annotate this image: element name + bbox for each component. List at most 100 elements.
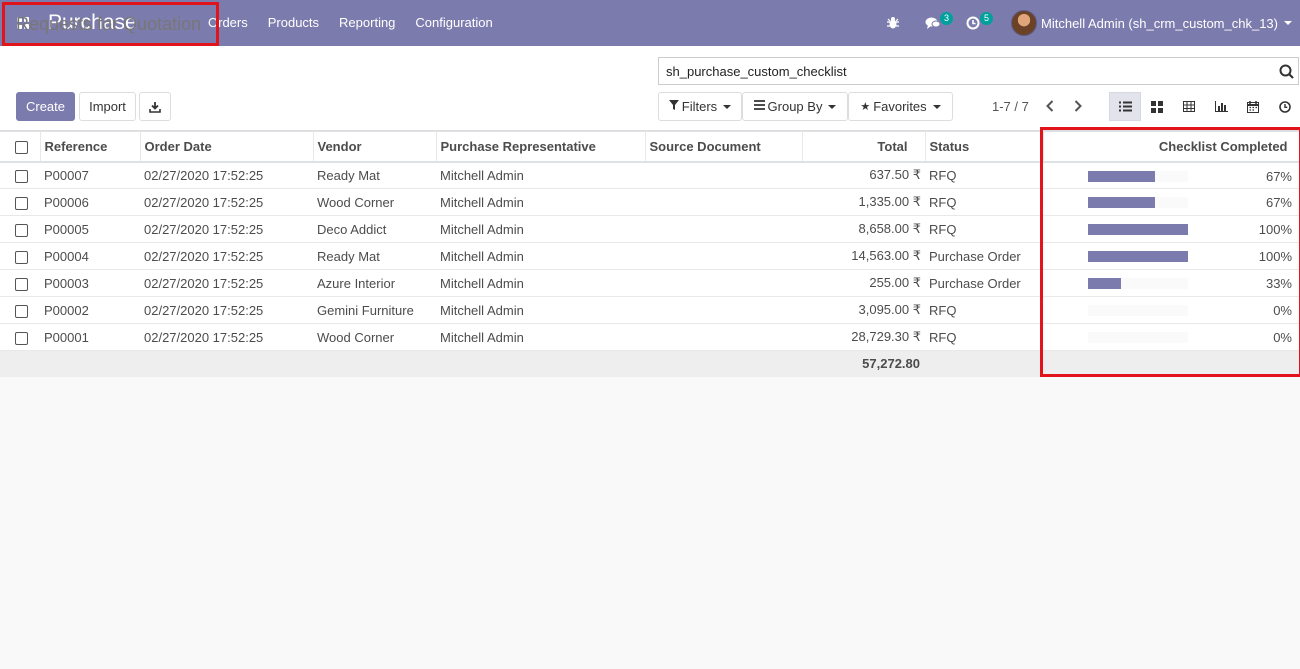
column-source-document[interactable]: Source Document: [645, 131, 803, 163]
checklist-percent: 0%: [1273, 303, 1292, 318]
cell-total: 637.50 ₹: [802, 161, 925, 189]
activities-badge: 5: [980, 12, 994, 25]
search-input[interactable]: [664, 62, 1274, 80]
cell-vendor: Wood Corner: [313, 323, 436, 351]
messages-icon[interactable]: 3: [919, 0, 954, 46]
page-title: Requests for Quotation: [2, 2, 219, 46]
cell-vendor: Deco Addict: [313, 215, 436, 243]
table-header: Reference Order Date Vendor Purchase Rep…: [0, 131, 1300, 163]
row-checkbox[interactable]: [0, 323, 40, 351]
checklist-progress-bar: [1088, 197, 1188, 208]
checklist-percent: 0%: [1273, 330, 1292, 345]
search-icon[interactable]: [1274, 59, 1298, 83]
pager-next-icon[interactable]: [1068, 96, 1088, 116]
view-switcher: [1109, 92, 1300, 121]
bars-icon: [753, 100, 765, 113]
table-row[interactable]: P00001 02/27/2020 17:52:25 Wood Corner Mitc…: [0, 323, 1300, 351]
favorites-dropdown[interactable]: ★ Favorites: [848, 92, 953, 121]
table-row[interactable]: P00002 02/27/2020 17:52:25 Gemini Furnitur…: [0, 296, 1300, 324]
checklist-percent: 100%: [1258, 222, 1292, 237]
pager-previous-icon[interactable]: [1040, 96, 1060, 116]
list-view-icon[interactable]: [1109, 92, 1141, 121]
column-status[interactable]: Status: [925, 131, 1044, 163]
calendar-view-icon[interactable]: [1237, 92, 1269, 121]
column-vendor[interactable]: Vendor: [313, 131, 437, 163]
cell-checklist-completed: 0%: [1043, 323, 1300, 351]
cell-vendor: Wood Corner: [313, 188, 436, 216]
cell-source-document: [645, 215, 802, 243]
cell-source-document: [645, 269, 802, 297]
checklist-progress-bar: [1088, 251, 1188, 262]
search-bar: [658, 57, 1299, 85]
cell-vendor: Ready Mat: [313, 242, 436, 270]
cell-reference: P00001: [40, 323, 140, 351]
select-all-checkbox[interactable]: [0, 131, 41, 163]
messages-badge: 3: [940, 12, 954, 25]
checklist-progress-fill: [1088, 251, 1188, 262]
cell-checklist-completed: 100%: [1043, 215, 1300, 243]
cell-status: RFQ: [925, 296, 1043, 324]
column-checklist-completed[interactable]: Checklist Completed: [1043, 131, 1300, 163]
kanban-view-icon[interactable]: [1141, 92, 1173, 121]
menu-configuration[interactable]: Configuration: [405, 0, 502, 46]
cell-reference: P00006: [40, 188, 140, 216]
cell-total: 8,658.00 ₹: [802, 215, 925, 243]
group-by-dropdown[interactable]: Group By: [742, 92, 848, 121]
column-order-date[interactable]: Order Date: [140, 131, 314, 163]
cell-purchase-representative: Mitchell Admin: [436, 188, 645, 216]
user-name: Mitchell Admin (sh_crm_custom_chk_13): [1041, 15, 1278, 31]
checklist-progress-fill: [1088, 197, 1155, 208]
filters-label: Filters: [681, 99, 718, 114]
table-row[interactable]: P00006 02/27/2020 17:52:25 Wood Corner Mitc…: [0, 188, 1300, 216]
checklist-percent: 33%: [1265, 276, 1292, 291]
row-checkbox[interactable]: [0, 269, 40, 297]
column-total[interactable]: Total: [802, 131, 926, 163]
row-checkbox[interactable]: [0, 215, 40, 243]
checklist-progress-bar: [1088, 278, 1188, 289]
cell-status: Purchase Order: [925, 269, 1043, 297]
column-purchase-representative[interactable]: Purchase Representative: [436, 131, 646, 163]
checklist-percent: 67%: [1265, 168, 1292, 184]
user-menu[interactable]: Mitchell Admin (sh_crm_custom_chk_13): [1011, 10, 1292, 36]
cell-reference: P00003: [40, 269, 140, 297]
row-checkbox[interactable]: [0, 296, 40, 324]
checklist-percent: 67%: [1265, 195, 1292, 210]
cell-order-date: 02/27/2020 17:52:25: [140, 161, 313, 189]
table-row[interactable]: P00007 02/27/2020 17:52:25 Ready Mat Mitche…: [0, 161, 1300, 189]
cell-order-date: 02/27/2020 17:52:25: [140, 242, 313, 270]
debug-bug-icon[interactable]: [879, 0, 907, 46]
create-button[interactable]: Create: [16, 92, 75, 121]
cell-order-date: 02/27/2020 17:52:25: [140, 215, 313, 243]
cell-source-document: [645, 296, 802, 324]
table-row[interactable]: P00003 02/27/2020 17:52:25 Azure Interior M…: [0, 269, 1300, 297]
table-row[interactable]: P00005 02/27/2020 17:52:25 Deco Addict Mitc…: [0, 215, 1300, 243]
list-view: Reference Order Date Vendor Purchase Rep…: [0, 131, 1300, 377]
cell-source-document: [645, 161, 802, 189]
cell-purchase-representative: Mitchell Admin: [436, 296, 645, 324]
cell-total: 28,729.30 ₹: [802, 323, 925, 351]
row-checkbox[interactable]: [0, 161, 40, 189]
row-checkbox[interactable]: [0, 242, 40, 270]
cell-status: RFQ: [925, 188, 1043, 216]
checklist-progress-bar: [1088, 224, 1188, 235]
checklist-progress-fill: [1088, 278, 1121, 289]
checklist-progress-bar: [1088, 305, 1188, 316]
cell-source-document: [645, 188, 802, 216]
graph-view-icon[interactable]: [1205, 92, 1237, 121]
caret-down-icon: [723, 104, 732, 109]
activities-clock-icon[interactable]: 5: [959, 0, 994, 46]
row-checkbox[interactable]: [0, 188, 40, 216]
menu-products[interactable]: Products: [258, 0, 329, 46]
rfq-table: Reference Order Date Vendor Purchase Rep…: [0, 131, 1300, 377]
download-button[interactable]: [139, 92, 171, 121]
cell-reference: P00007: [40, 161, 140, 189]
pivot-view-icon[interactable]: [1173, 92, 1205, 121]
pager-value[interactable]: 1-7 / 7: [992, 99, 1029, 114]
table-row[interactable]: P00004 02/27/2020 17:52:25 Ready Mat Mitche…: [0, 242, 1300, 270]
activity-view-icon[interactable]: [1269, 92, 1300, 121]
import-button[interactable]: Import: [79, 92, 136, 121]
column-reference[interactable]: Reference: [40, 131, 141, 163]
menu-reporting[interactable]: Reporting: [329, 0, 405, 46]
filters-dropdown[interactable]: Filters: [658, 92, 742, 121]
cell-checklist-completed: 0%: [1043, 296, 1300, 324]
